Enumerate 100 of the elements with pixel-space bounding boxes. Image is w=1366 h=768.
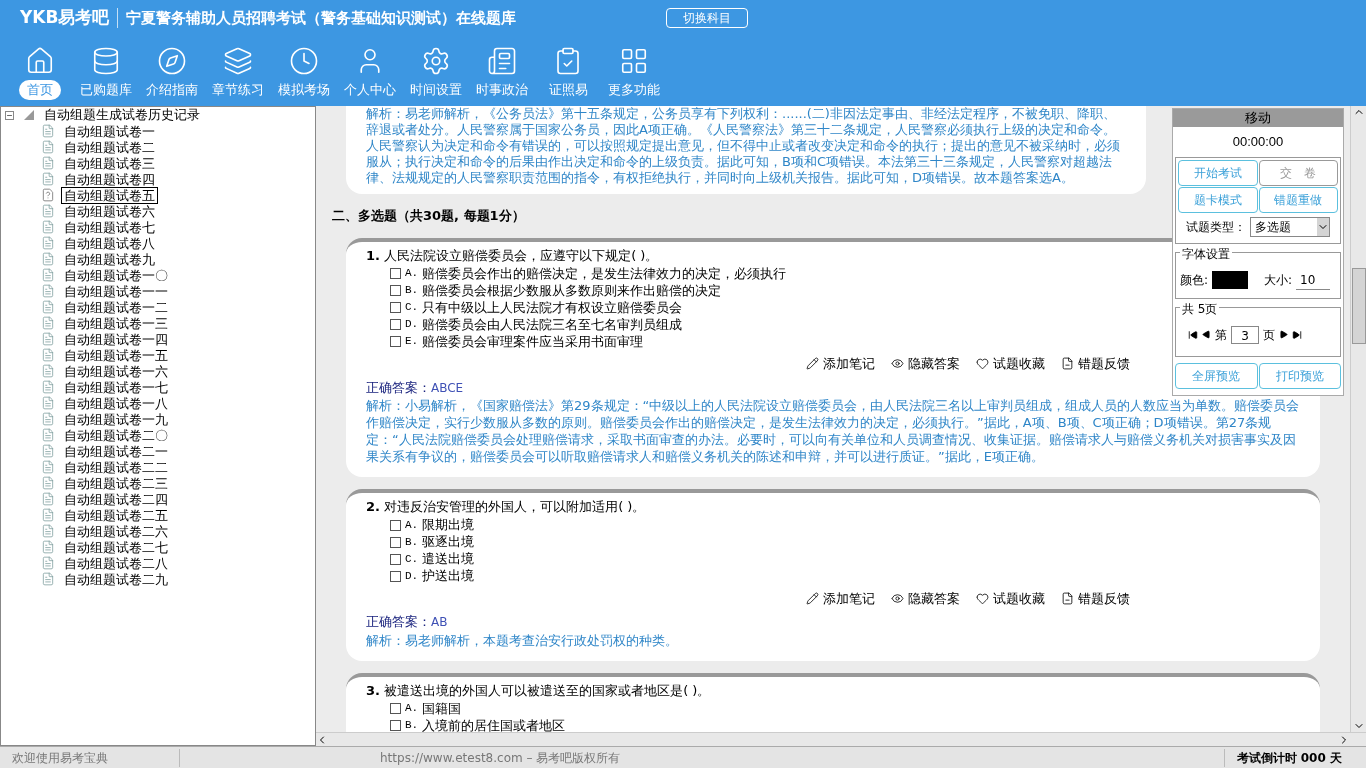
pencil-icon — [806, 591, 819, 605]
option-label: D. — [405, 568, 419, 584]
document-icon — [41, 412, 55, 426]
action-link[interactable]: 错题反馈 — [1061, 588, 1130, 608]
checkbox[interactable] — [390, 268, 401, 279]
size-field[interactable]: 10 — [1296, 270, 1331, 290]
tree-item[interactable]: 自动组题试卷二五 — [61, 506, 171, 524]
settings-icon — [421, 46, 451, 76]
action-link[interactable]: 添加笔记 — [806, 588, 875, 608]
question-text: 3. 被遣送出境的外国人可以被遣送至的国家或者地区是( )。 — [366, 681, 711, 700]
tree-item[interactable]: 自动组题试卷三 — [61, 154, 158, 172]
question-text: 2. 对违反治安管理的外国人，可以附加适用( )。 — [366, 498, 646, 516]
tree-item[interactable]: 自动组题试卷四 — [61, 170, 158, 188]
action-link[interactable]: 添加笔记 — [806, 354, 875, 374]
tree-item[interactable]: 自动组题试卷一七 — [61, 378, 171, 396]
checkbox[interactable] — [390, 519, 401, 531]
vertical-scrollbar[interactable] — [1350, 106, 1366, 732]
tree-item[interactable]: 自动组题试卷一 — [61, 122, 158, 140]
document-icon — [41, 396, 55, 410]
checkbox[interactable] — [390, 703, 401, 714]
action-link[interactable]: 隐藏答案 — [891, 588, 960, 608]
horizontal-scrollbar[interactable] — [316, 732, 1366, 746]
tree-item[interactable]: 自动组题试卷五 — [61, 186, 158, 204]
scroll-thumb[interactable] — [1351, 268, 1366, 344]
collapse-toggle[interactable] — [5, 110, 14, 120]
layers-icon — [223, 46, 253, 76]
action-link[interactable]: 试题收藏 — [976, 588, 1045, 608]
tree-item[interactable]: 自动组题试卷一一 — [61, 282, 171, 300]
tree-item[interactable]: 自动组题试卷一三 — [61, 314, 171, 332]
checkbox[interactable] — [390, 336, 401, 347]
option-label: E. — [405, 334, 419, 350]
option-text: 只有中级以上人民法院才有权设立赔偿委员会 — [422, 298, 683, 317]
group-title: 字体设置 — [1180, 246, 1232, 261]
document-icon — [41, 572, 55, 586]
tree-item[interactable]: 自动组题试卷一〇 — [61, 266, 171, 284]
option-label: B. — [405, 534, 419, 550]
tree-item[interactable]: 自动组题试卷一九 — [61, 410, 171, 428]
tree-item[interactable]: 自动组题试卷八 — [61, 234, 158, 252]
document-icon — [1061, 591, 1074, 605]
next-page-icon[interactable] — [1279, 330, 1288, 339]
option-text: 赔偿委员会审理案件应当采用书面审理 — [422, 332, 644, 351]
document-icon — [41, 476, 55, 490]
checkbox[interactable] — [390, 720, 401, 731]
heart-icon — [976, 591, 989, 605]
previous-page-icon[interactable] — [1202, 330, 1211, 339]
option-label: A. — [405, 517, 419, 533]
tree-item[interactable]: 自动组题试卷七 — [61, 218, 158, 236]
option-label: C. — [405, 551, 419, 567]
option-text: 驱逐出境 — [422, 533, 475, 552]
document-icon — [41, 124, 55, 138]
option-label: A. — [405, 701, 419, 717]
newspaper-icon — [487, 46, 517, 76]
tree-item[interactable]: 自动组题试卷二七 — [61, 538, 171, 556]
first-page-icon[interactable] — [1188, 329, 1198, 340]
type-dropdown[interactable]: 多选题 — [1250, 216, 1330, 237]
document-icon — [41, 348, 55, 362]
color-swatch[interactable] — [1212, 271, 1249, 289]
tree-item[interactable]: 自动组题试卷一二 — [61, 298, 171, 316]
action-link[interactable]: 错题反馈 — [1061, 354, 1130, 374]
answer-label: 正确答案： — [366, 614, 431, 629]
panel-title[interactable]: 移动 — [1173, 109, 1343, 127]
document-icon — [41, 204, 55, 218]
document-icon — [41, 508, 55, 522]
tree-item[interactable]: 自动组题试卷二四 — [61, 490, 171, 508]
grid-icon — [619, 46, 649, 76]
checkbox[interactable] — [390, 553, 401, 565]
tree-item[interactable]: 自动组题试卷二九 — [61, 570, 171, 588]
page-prefix: 第 — [1215, 326, 1227, 344]
tree-root-label[interactable]: 自动组题生成试卷历史记录 — [44, 105, 200, 125]
tree-item[interactable]: 自动组题试卷二三 — [61, 474, 171, 492]
compass-icon — [157, 46, 187, 76]
option-text: 国籍国 — [422, 699, 462, 718]
answer-label: 正确答案： — [366, 379, 431, 395]
checkbox[interactable] — [390, 285, 401, 296]
page-field[interactable]: 3 — [1231, 325, 1259, 344]
tree-item[interactable]: 自动组题试卷一四 — [61, 330, 171, 348]
tree-item[interactable]: 自动组题试卷一五 — [61, 346, 171, 364]
checkbox[interactable] — [390, 570, 401, 582]
tree-item[interactable]: 自动组题试卷二〇 — [61, 426, 171, 444]
tree-item[interactable]: 自动组题试卷二 — [61, 138, 158, 156]
tree-item[interactable]: 自动组题试卷二一 — [61, 442, 171, 460]
tree-item[interactable]: 自动组题试卷二六 — [61, 522, 171, 540]
tree-item[interactable]: 自动组题试卷二二 — [61, 458, 171, 476]
tree-item[interactable]: 自动组题试卷一八 — [61, 394, 171, 412]
tree-item[interactable]: 自动组题试卷九 — [61, 250, 158, 268]
tree-item[interactable]: 自动组题试卷二八 — [61, 554, 171, 572]
page-suffix: 页 — [1263, 326, 1275, 344]
action-link[interactable]: 试题收藏 — [976, 354, 1045, 374]
house-icon — [25, 46, 55, 76]
document-icon — [41, 444, 55, 458]
action-link[interactable]: 隐藏答案 — [891, 354, 960, 374]
document-icon — [41, 156, 55, 170]
checkbox[interactable] — [390, 302, 401, 313]
tree-item[interactable]: 自动组题试卷一六 — [61, 362, 171, 380]
option-text: 赔偿委员会作出的赔偿决定，是发生法律效力的决定，必须执行 — [422, 264, 787, 283]
checkbox[interactable] — [390, 536, 401, 548]
last-page-icon[interactable] — [1292, 329, 1302, 340]
section-heading: 二、多选题（共30题, 每题1分） — [332, 207, 525, 225]
tree-item[interactable]: 自动组题试卷六 — [61, 202, 158, 220]
checkbox[interactable] — [390, 319, 401, 330]
